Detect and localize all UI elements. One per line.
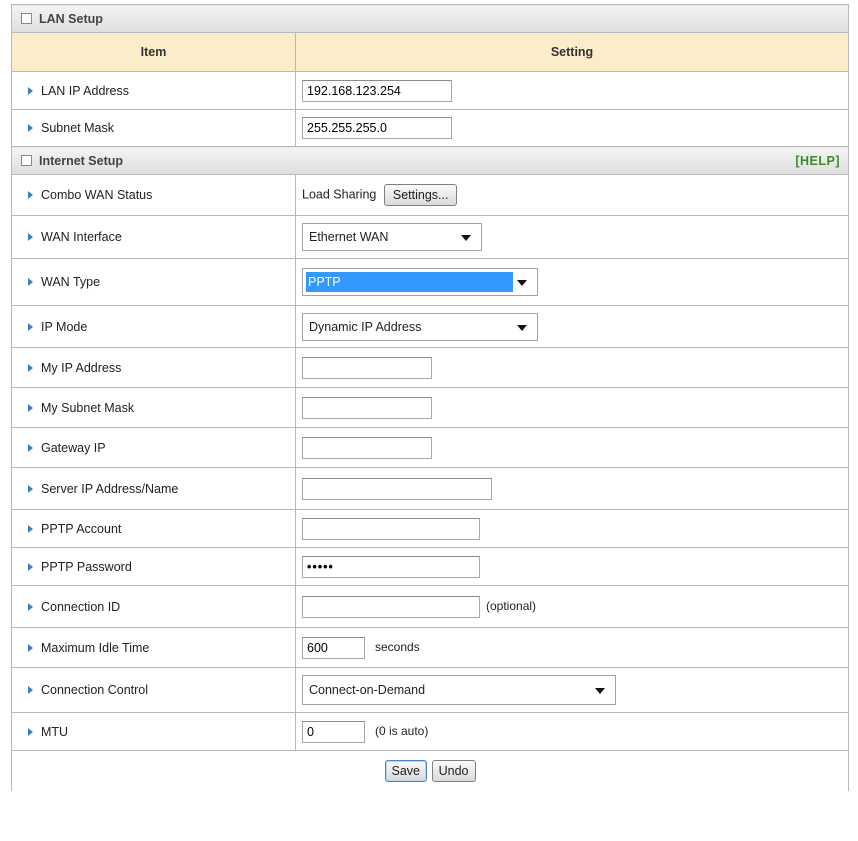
bullet-icon — [28, 124, 33, 132]
my-ip-input[interactable] — [302, 356, 432, 379]
connection-id-note: (optional) — [486, 598, 537, 613]
subnet-mask-label: Subnet Mask — [41, 121, 114, 135]
settings-button[interactable]: Settings... — [383, 184, 458, 206]
bullet-icon — [28, 191, 33, 199]
bullet-icon — [28, 686, 33, 694]
server-label: Server IP Address/Name — [41, 481, 179, 496]
server-input[interactable] — [302, 477, 492, 500]
idle-time-unit: seconds — [375, 639, 420, 654]
pptp-account-input[interactable] — [302, 517, 480, 540]
action-row: Save Undo — [10, 750, 850, 791]
wan-interface-label: WAN Interface — [41, 230, 122, 244]
chevron-down-icon — [517, 324, 527, 331]
bullet-icon — [28, 524, 33, 533]
lan-section-title: LAN Setup — [39, 11, 103, 26]
connection-control-select[interactable]: Connect-on-Demand — [302, 675, 616, 705]
idle-time-input[interactable] — [302, 636, 365, 659]
combo-wan-row: Combo WAN Status Load Sharing Settings..… — [11, 174, 850, 216]
lan-ip-label: LAN IP Address — [41, 83, 130, 98]
wan-type-select[interactable]: PPTP — [302, 268, 538, 296]
bullet-icon — [28, 484, 33, 493]
pptp-password-input[interactable] — [302, 555, 480, 578]
lan-section-header: LAN Setup — [10, 4, 850, 33]
subnet-mask-row: Subnet Mask — [11, 109, 850, 147]
bullet-icon — [28, 727, 33, 736]
pptp-account-row: PPTP Account — [11, 509, 850, 548]
wan-type-row: WAN Type PPTP — [11, 258, 850, 306]
idle-time-label: Maximum Idle Time — [41, 640, 150, 655]
combo-wan-label: Combo WAN Status — [41, 188, 153, 202]
undo-button[interactable]: Undo — [431, 760, 476, 782]
gateway-label: Gateway IP — [41, 440, 106, 455]
gateway-row: Gateway IP — [11, 427, 850, 468]
wan-type-label: WAN Type — [41, 275, 101, 289]
my-ip-row: My IP Address — [11, 347, 850, 388]
pptp-password-row: PPTP Password — [11, 547, 850, 586]
connection-control-value: Connect-on-Demand — [309, 683, 426, 697]
help-link[interactable]: [HELP] — [795, 154, 840, 168]
idle-time-row: Maximum Idle Time seconds — [11, 627, 850, 668]
settings-panel: LAN Setup Item Setting LAN IP Address Su… — [10, 4, 850, 791]
gateway-input[interactable] — [302, 436, 432, 459]
connection-id-label: Connection ID — [41, 599, 121, 614]
bullet-icon — [28, 562, 33, 571]
bullet-icon — [28, 322, 33, 331]
server-row: Server IP Address/Name — [11, 467, 850, 510]
lan-ip-row: LAN IP Address — [11, 71, 850, 110]
combo-wan-value: Load Sharing — [302, 187, 377, 202]
bullet-icon — [28, 86, 33, 95]
my-ip-label: My IP Address — [41, 360, 122, 375]
my-subnet-input[interactable] — [302, 396, 432, 419]
wan-interface-select[interactable]: Ethernet WAN — [302, 223, 482, 251]
bullet-icon — [28, 643, 33, 652]
section-collapse-icon[interactable] — [21, 12, 32, 24]
column-header-item: Item — [11, 32, 296, 72]
mtu-input[interactable] — [302, 720, 365, 743]
section-collapse-icon[interactable] — [21, 154, 32, 166]
bullet-icon — [28, 602, 33, 611]
connection-control-label: Connection Control — [41, 683, 149, 697]
internet-section-title: Internet Setup — [39, 153, 124, 168]
column-header-row: Item Setting — [11, 32, 850, 72]
wan-interface-value: Ethernet WAN — [309, 230, 389, 244]
bullet-icon — [28, 363, 33, 372]
chevron-down-icon — [517, 280, 527, 286]
pptp-password-label: PPTP Password — [41, 559, 132, 574]
bullet-icon — [28, 443, 33, 452]
internet-section-header: Internet Setup [HELP] — [10, 146, 850, 175]
lan-ip-input[interactable] — [302, 79, 452, 102]
bullet-icon — [28, 278, 33, 286]
my-subnet-label: My Subnet Mask — [41, 400, 135, 415]
mtu-label: MTU — [41, 724, 69, 739]
pptp-account-label: PPTP Account — [41, 521, 122, 536]
mtu-row: MTU (0 is auto) — [11, 712, 850, 751]
wan-interface-row: WAN Interface Ethernet WAN — [11, 215, 850, 259]
ip-mode-label: IP Mode — [41, 319, 88, 334]
subnet-mask-input[interactable] — [302, 117, 452, 139]
bullet-icon — [28, 233, 33, 241]
bullet-icon — [28, 403, 33, 412]
column-header-setting: Setting — [294, 32, 850, 72]
mtu-note: (0 is auto) — [375, 723, 429, 738]
connection-id-input[interactable] — [302, 595, 480, 618]
ip-mode-select[interactable]: Dynamic IP Address — [302, 312, 538, 341]
wan-type-value: PPTP — [306, 272, 513, 292]
ip-mode-value: Dynamic IP Address — [309, 319, 422, 334]
chevron-down-icon — [461, 235, 471, 241]
connection-id-row: Connection ID (optional) — [11, 585, 850, 628]
my-subnet-row: My Subnet Mask — [11, 387, 850, 428]
save-button[interactable]: Save — [384, 760, 427, 782]
settings-table: LAN Setup Item Setting LAN IP Address Su… — [10, 4, 850, 791]
chevron-down-icon — [595, 688, 605, 694]
ip-mode-row: IP Mode Dynamic IP Address — [11, 305, 850, 348]
connection-control-row: Connection Control Connect-on-Demand — [11, 667, 850, 713]
